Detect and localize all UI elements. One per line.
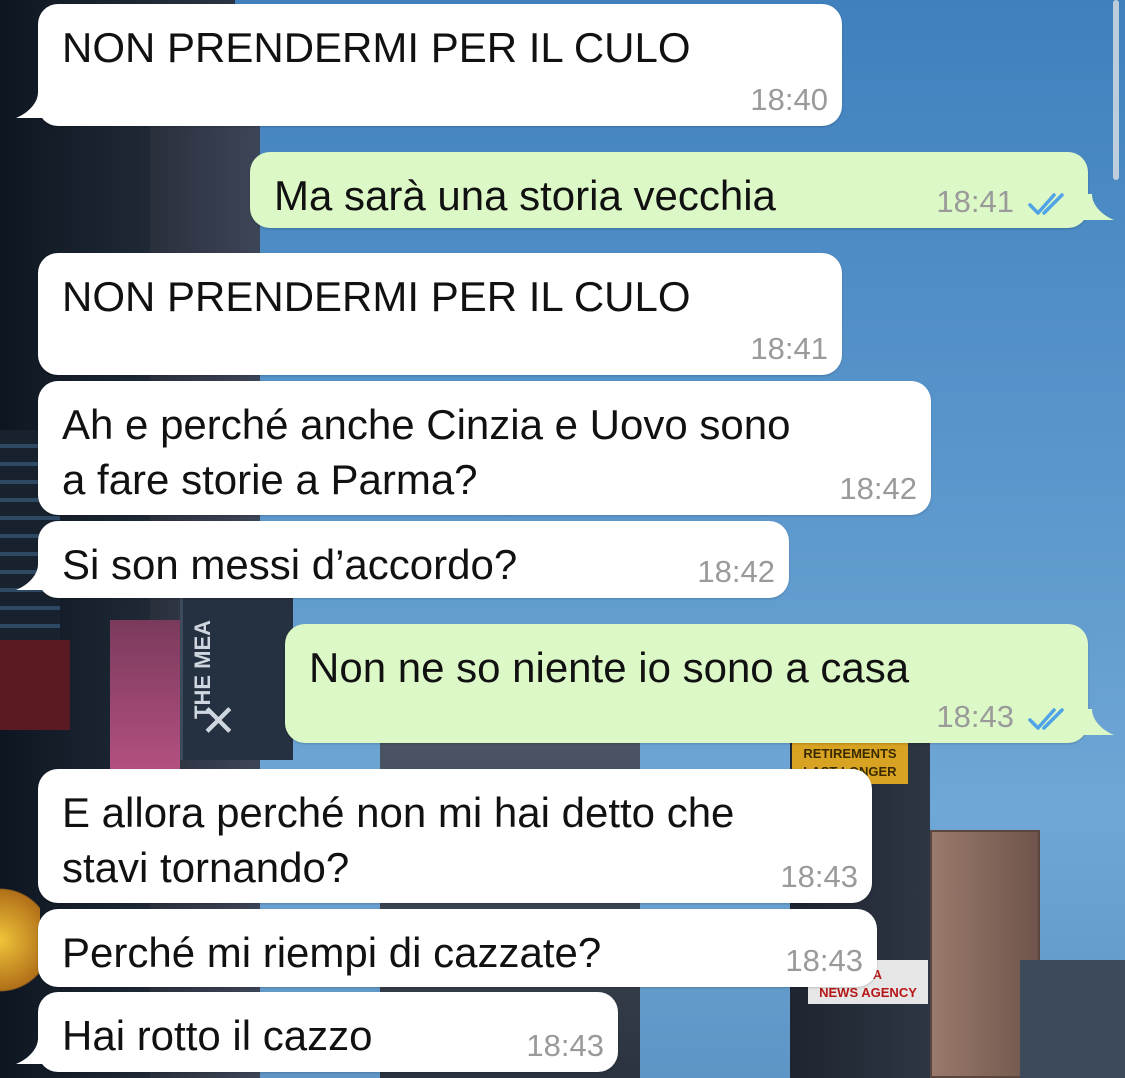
wallpaper-light [0, 880, 40, 1000]
double-check-icon [1028, 193, 1064, 215]
bubble-tail [16, 564, 46, 590]
bubble-tail [1084, 709, 1114, 735]
bubble-tail [16, 92, 46, 118]
bubble-tail [1084, 194, 1114, 220]
wallpaper-building [1020, 960, 1125, 1078]
message-incoming[interactable]: Si son messi d’accordo? 18:42 [16, 521, 789, 598]
double-check-icon [1028, 708, 1064, 730]
message-outgoing[interactable]: Non ne so niente io sono a casa 18:43 [285, 624, 1114, 743]
chat-scrollbar[interactable] [1113, 0, 1119, 180]
wallpaper-sign [0, 640, 70, 730]
message-time: 18:41 [750, 331, 828, 366]
wallpaper-x-sign: ✕ [200, 697, 237, 746]
message-incoming[interactable]: NON PRENDERMI PER IL CULO 18:40 [16, 4, 842, 126]
message-incoming[interactable]: Ah e perché anche Cinzia e Uovo sono a f… [38, 381, 931, 515]
message-time: 18:42 [697, 554, 775, 589]
message-time: 18:43 [526, 1028, 604, 1063]
message-incoming[interactable]: E allora perché non mi hai detto che sta… [38, 769, 872, 903]
message-text-line: a fare storie a Parma? [62, 456, 478, 503]
message-incoming[interactable]: Perché mi riempi di cazzate? 18:43 [38, 909, 877, 987]
message-time: 18:40 [750, 82, 828, 117]
message-text: Perché mi riempi di cazzate? [62, 929, 602, 976]
message-outgoing[interactable]: Ma sarà una storia vecchia 18:41 [250, 152, 1114, 228]
message-text: NON PRENDERMI PER IL CULO [62, 273, 691, 320]
message-time: 18:42 [839, 471, 917, 506]
message-text: Si son messi d’accordo? [62, 541, 518, 588]
message-text: NON PRENDERMI PER IL CULO [62, 24, 691, 71]
message-text: Non ne so niente io sono a casa [309, 644, 910, 691]
message-time: 18:41 [936, 184, 1014, 219]
message-incoming[interactable]: NON PRENDERMI PER IL CULO 18:41 [38, 253, 842, 375]
message-text-line: Ah e perché anche Cinzia e Uovo sono [62, 401, 791, 448]
wallpaper-sign [110, 620, 180, 770]
bubble-tail [16, 1038, 46, 1064]
message-time: 18:43 [780, 859, 858, 894]
message-incoming[interactable]: Hai rotto il cazzo 18:43 [16, 992, 618, 1072]
message-text-line: stavi tornando? [62, 844, 350, 891]
message-text: Hai rotto il cazzo [62, 1012, 373, 1059]
message-time: 18:43 [936, 699, 1014, 734]
message-time: 18:43 [785, 943, 863, 978]
message-text-line: E allora perché non mi hai detto che [62, 789, 735, 836]
